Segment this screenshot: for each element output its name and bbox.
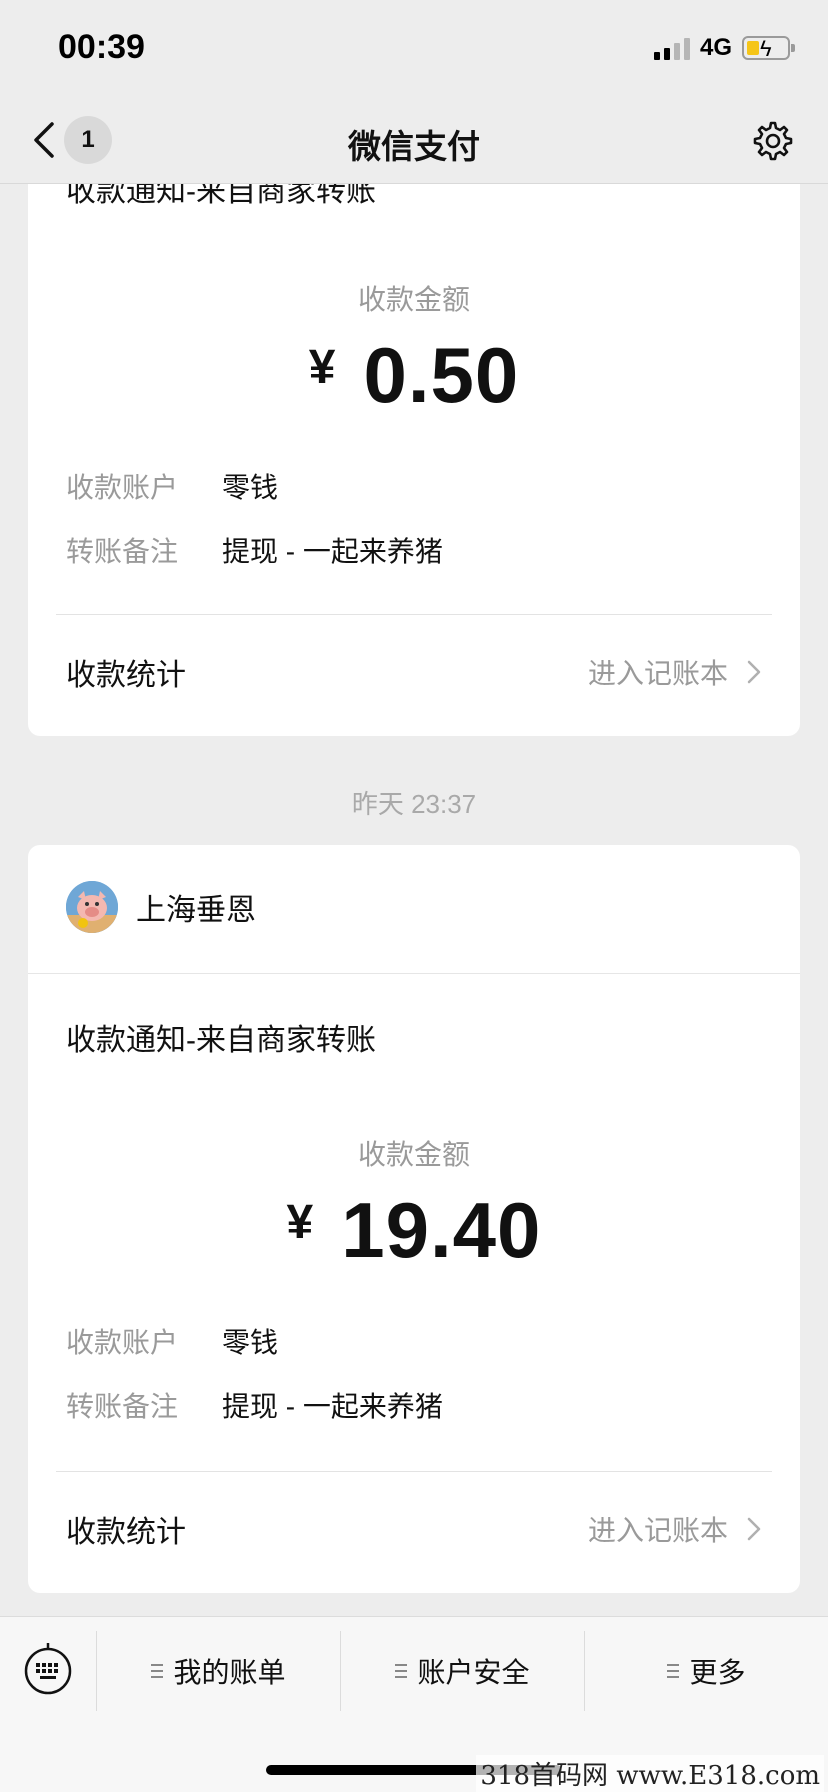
menu-account-security[interactable]: 账户安全 (340, 1631, 584, 1711)
detail-row-remark: 转账备注 提现 - 一起来养猪 (66, 530, 443, 570)
amount-value: ¥0.50 (28, 330, 800, 421)
ledger-link-label: 进入记账本 (587, 658, 728, 689)
detail-value: 零钱 (222, 1327, 279, 1358)
divider (56, 614, 772, 615)
stat-row[interactable]: 收款统计 进入记账本 (66, 1499, 762, 1559)
detail-row-account: 收款账户 零钱 (66, 466, 278, 506)
detail-key: 收款账户 (66, 472, 179, 503)
page-title: 微信支付 (348, 128, 480, 165)
detail-row-remark: 转账备注 提现 - 一起来养猪 (66, 1385, 443, 1425)
menu-label: 账户安全 (417, 1657, 530, 1688)
currency-symbol: ¥ (308, 341, 336, 394)
detail-key: 收款账户 (66, 1327, 179, 1358)
amount-label: 收款金额 (357, 1139, 470, 1170)
detail-value: 提现 - 一起来养猪 (222, 1391, 443, 1422)
keyboard-icon[interactable] (22, 1641, 74, 1697)
detail-value: 零钱 (222, 472, 279, 503)
network-type: 4G (699, 34, 732, 61)
watermark-text: 318首码网 www.E318.com (476, 1755, 824, 1792)
divider (28, 973, 800, 974)
chevron-right-icon (747, 660, 761, 684)
detail-key: 转账备注 (66, 536, 179, 567)
menu-my-bills[interactable]: 我的账单 (96, 1631, 340, 1711)
signal-icon (653, 36, 690, 60)
amount-label: 收款金额 (357, 284, 470, 315)
amount-number: 0.50 (363, 331, 520, 419)
menu-lines-icon (395, 1664, 408, 1678)
message-list[interactable]: 收款通知-来自商家转账 收款金额 ¥0.50 收款账户 零钱 转账备注 提现 -… (0, 184, 828, 1616)
status-time: 00:39 (58, 28, 145, 66)
stat-label: 收款统计 (66, 1516, 186, 1549)
chevron-right-icon (747, 1517, 761, 1541)
detail-value: 提现 - 一起来养猪 (222, 536, 443, 567)
payment-notice-card[interactable]: 上海垂恩 收款通知-来自商家转账 收款金额 ¥19.40 收款账户 零钱 转账备… (28, 845, 800, 1593)
detail-row-account: 收款账户 零钱 (66, 1321, 278, 1361)
menu-label: 我的账单 (173, 1657, 286, 1688)
payment-notice-card[interactable]: 收款通知-来自商家转账 收款金额 ¥0.50 收款账户 零钱 转账备注 提现 -… (28, 184, 800, 736)
amount-value: ¥19.40 (28, 1185, 800, 1276)
status-indicators: 4G ϟ (653, 34, 795, 62)
menu-label: 更多 (689, 1657, 746, 1688)
gear-icon[interactable] (752, 120, 794, 162)
detail-key: 转账备注 (66, 1391, 179, 1422)
menu-lines-icon (667, 1664, 680, 1678)
divider (56, 1471, 772, 1472)
status-bar: 00:39 4G ϟ (0, 0, 828, 98)
message-timestamp: 昨天 23:37 (351, 789, 477, 819)
merchant-avatar (66, 881, 118, 933)
merchant-header[interactable]: 上海垂恩 (66, 881, 256, 933)
notice-title: 收款通知-来自商家转账 (66, 184, 376, 208)
bottom-menu-bar: 我的账单 账户安全 更多 318首码网 www.E318.com (0, 1616, 828, 1792)
currency-symbol: ¥ (286, 1196, 314, 1249)
notice-title: 收款通知-来自商家转账 (66, 1024, 376, 1057)
menu-more[interactable]: 更多 (584, 1631, 828, 1711)
amount-number: 19.40 (341, 1186, 542, 1274)
ledger-link[interactable]: 进入记账本 (588, 652, 762, 692)
ledger-link[interactable]: 进入记账本 (588, 1509, 762, 1549)
stat-row[interactable]: 收款统计 进入记账本 (66, 642, 762, 702)
merchant-name: 上海垂恩 (136, 894, 256, 927)
nav-bar: 1 微信支付 (0, 98, 828, 184)
battery-icon: ϟ (742, 36, 795, 61)
stat-label: 收款统计 (66, 659, 186, 692)
ledger-link-label: 进入记账本 (587, 1515, 728, 1546)
menu-lines-icon (151, 1664, 164, 1678)
